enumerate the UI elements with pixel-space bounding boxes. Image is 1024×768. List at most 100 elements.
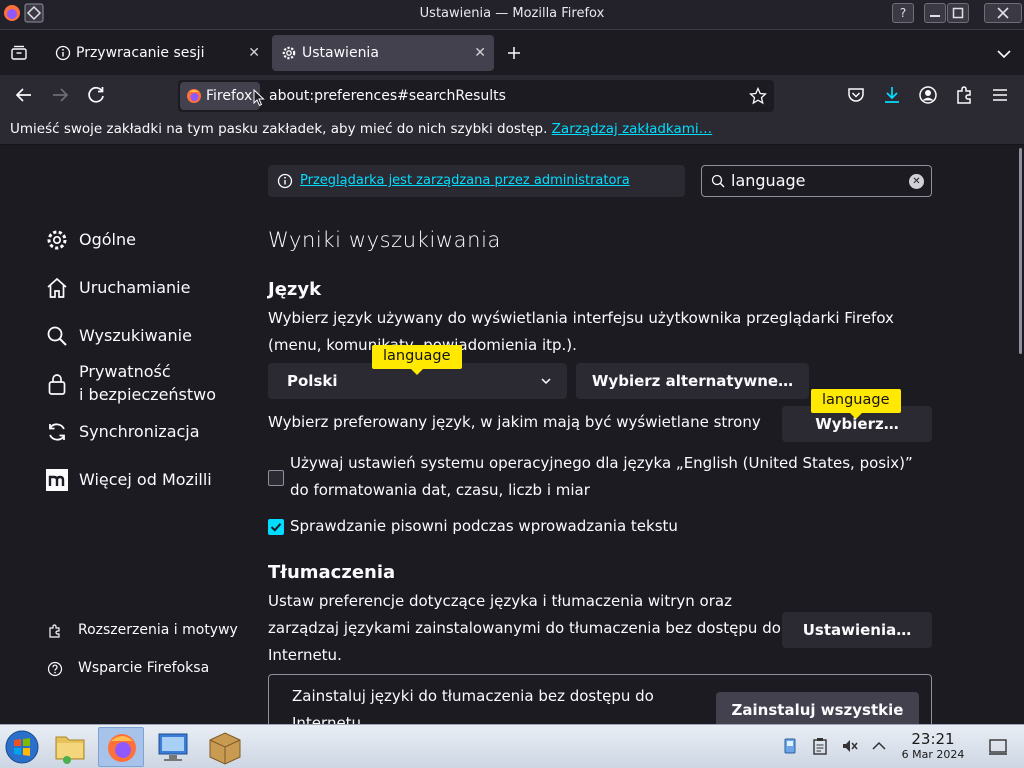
- search-highlight-tooltip: language: [811, 389, 901, 419]
- maximize-button[interactable]: [947, 3, 969, 23]
- tab-groups-icon[interactable]: [10, 44, 28, 62]
- help-button[interactable]: ?: [892, 3, 914, 23]
- category-label: Synchronizacja: [79, 422, 200, 441]
- offline-translations-box: Zainstaluj języki do tłumaczenia bez dos…: [268, 674, 932, 724]
- clear-search-icon[interactable]: ✕: [909, 174, 924, 189]
- clock-date: 6 Mar 2024: [901, 748, 965, 761]
- window-titlebar[interactable]: Ustawienia — Mozilla Firefox ?: [0, 0, 1024, 30]
- bookmarks-empty-message: Umieść swoje zakładki na tym pasku zakła…: [10, 121, 548, 137]
- package-icon: [209, 732, 241, 765]
- taskbar: 23:21 6 Mar 2024: [0, 724, 1024, 768]
- help-icon: [47, 661, 63, 677]
- chevron-up-icon[interactable]: [870, 737, 888, 755]
- taskbar-package-manager[interactable]: [202, 727, 248, 767]
- monitor-icon: [158, 733, 188, 761]
- window-title: Ustawienia — Mozilla Firefox: [419, 6, 605, 21]
- spellcheck-label[interactable]: Sprawdzanie pisowni podczas wprowadzania…: [290, 513, 678, 540]
- home-icon: [47, 277, 67, 298]
- install-all-button[interactable]: Zainstaluj wszystkie: [716, 692, 919, 724]
- policy-notice: Przeglądarka jest zarządzana przez admin…: [268, 165, 685, 197]
- category-label: Więcej od Mozilli: [79, 470, 212, 489]
- search-highlight-tooltip: language: [372, 345, 462, 375]
- reload-icon[interactable]: [84, 83, 108, 107]
- category-label: Prywatność i bezpieczeństwo: [79, 362, 217, 404]
- start-menu-icon[interactable]: [4, 729, 40, 765]
- search-icon: [47, 326, 67, 346]
- os-locale-checkbox[interactable]: [268, 470, 284, 486]
- mozilla-icon: [46, 469, 68, 491]
- translations-settings-button[interactable]: Ustawienia…: [782, 612, 932, 648]
- forward-icon[interactable]: [48, 83, 72, 107]
- category-label: Uruchamianie: [79, 278, 191, 297]
- clipboard-icon[interactable]: [811, 737, 829, 755]
- tab-settings[interactable]: Ustawienia ✕: [272, 35, 494, 71]
- taskbar-control-panel[interactable]: [150, 727, 196, 767]
- minimize-icon: [930, 15, 940, 17]
- downloads-icon[interactable]: [880, 83, 904, 107]
- spellcheck-checkbox[interactable]: [268, 519, 284, 535]
- os-locale-label[interactable]: Używaj ustawień systemu operacyjnego dla…: [290, 450, 930, 504]
- choose-alternative-languages-button[interactable]: Wybierz alternatywne…: [576, 363, 809, 399]
- category-label: Wyszukiwanie: [79, 326, 192, 345]
- preferred-language-label: Wybierz preferowany język, w jakim mają …: [268, 413, 761, 431]
- close-tab-icon[interactable]: ✕: [248, 35, 260, 71]
- url-bar[interactable]: Firefox about:preferences#searchResults: [178, 80, 774, 112]
- close-tab-icon[interactable]: ✕: [474, 35, 486, 71]
- show-desktop-icon[interactable]: [988, 737, 1008, 757]
- selected-language: Polski: [287, 372, 338, 390]
- clock[interactable]: 23:21 6 Mar 2024: [896, 730, 970, 761]
- taskbar-firefox[interactable]: [98, 727, 144, 767]
- bookmarks-toolbar: Umieść swoje zakładki na tym pasku zakła…: [0, 115, 1024, 145]
- bookmark-star-icon[interactable]: [749, 87, 767, 105]
- tab-session-restore[interactable]: Przywracanie sesji ✕: [46, 35, 268, 71]
- gear-icon: [47, 230, 67, 250]
- sync-icon: [49, 423, 65, 441]
- language-description: Wybierz język używany do wyświetlania in…: [268, 309, 894, 354]
- taskbar-file-manager[interactable]: [47, 727, 93, 767]
- translations-description: Ustaw preferencje dotyczące języka i tłu…: [268, 592, 781, 664]
- firefox-icon: [108, 734, 136, 762]
- tab-strip: Przywracanie sesji ✕ Ustawienia ✕: [0, 31, 1024, 75]
- lock-icon: [48, 374, 66, 395]
- info-icon: [277, 173, 293, 189]
- identity-box[interactable]: Firefox: [180, 82, 260, 110]
- minimize-button[interactable]: [924, 3, 946, 23]
- account-icon[interactable]: [916, 83, 940, 107]
- footer-link-label: Rozszerzenia i motywy: [78, 622, 238, 638]
- firefox-logo-icon: [187, 89, 201, 103]
- chevron-down-icon: [541, 378, 551, 385]
- menu-hamburger-icon[interactable]: [988, 83, 1012, 107]
- maximize-icon: [952, 7, 964, 19]
- checkmark-icon: [270, 523, 282, 532]
- volume-muted-icon[interactable]: [841, 737, 859, 755]
- new-tab-icon[interactable]: [506, 45, 522, 61]
- tab-label: Ustawienia: [302, 45, 379, 61]
- tab-label: Przywracanie sesji: [76, 45, 205, 61]
- close-icon: [997, 7, 1009, 19]
- identity-label: Firefox: [206, 88, 253, 104]
- mouse-cursor-icon: [253, 89, 265, 107]
- navigation-toolbar: Firefox about:preferences#searchResults: [0, 75, 1024, 115]
- policy-link[interactable]: Przeglądarka jest zarządzana przez admin…: [300, 173, 630, 188]
- clock-time: 23:21: [911, 730, 955, 748]
- extensions-icon[interactable]: [952, 83, 976, 107]
- back-icon[interactable]: [12, 83, 36, 107]
- language-heading: Język: [268, 279, 322, 300]
- preferences-search-input[interactable]: language ✕: [701, 165, 932, 197]
- close-window-button[interactable]: [984, 3, 1022, 23]
- footer-link-label: Wsparcie Firefoksa: [78, 660, 210, 676]
- scrollbar-thumb[interactable]: [1019, 148, 1022, 354]
- gear-icon: [282, 46, 296, 60]
- install-languages-text: Zainstaluj języki do tłumaczenia bez dos…: [292, 687, 654, 724]
- list-all-tabs-icon[interactable]: [996, 46, 1012, 62]
- manage-bookmarks-link[interactable]: Zarządzaj zakładkami…: [552, 121, 713, 137]
- translations-heading: Tłumaczenia: [268, 562, 396, 583]
- preferences-page: Ogólne Uruchamianie Wyszukiwanie Prywatn…: [0, 146, 1024, 724]
- network-icon[interactable]: [781, 737, 799, 755]
- folder-icon: [55, 736, 85, 764]
- info-icon: [55, 45, 71, 61]
- pocket-icon[interactable]: [844, 83, 868, 107]
- search-results-heading: Wyniki wyszukiwania: [268, 228, 501, 252]
- url-text[interactable]: about:preferences#searchResults: [269, 80, 506, 112]
- category-label: Ogólne: [79, 230, 136, 249]
